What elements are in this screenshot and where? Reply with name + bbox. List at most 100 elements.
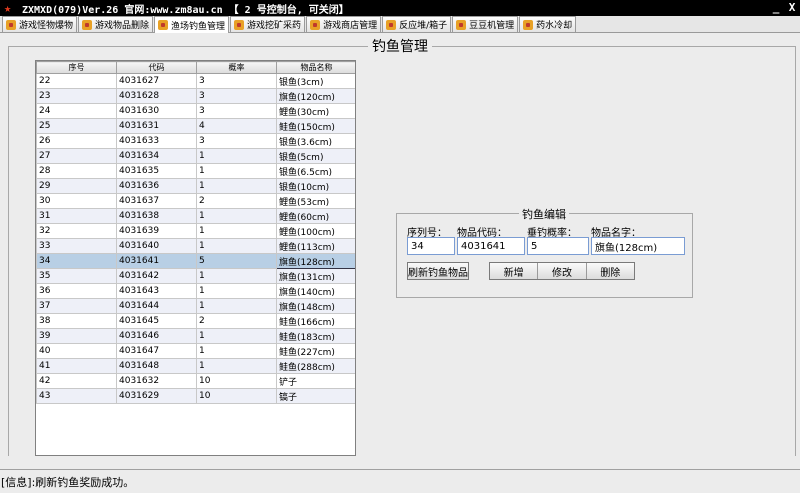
cell-name: 鲑鱼(227cm) — [276, 343, 355, 359]
table-row[interactable]: 38 4031645 2 鲑鱼(166cm) — [36, 313, 355, 329]
app-icon — [4, 2, 16, 14]
tab-icon — [310, 19, 321, 30]
table-row[interactable]: 31 4031638 1 鲤鱼(60cm) — [36, 208, 355, 224]
tab-icon — [386, 19, 397, 30]
table-row[interactable]: 26 4031633 3 银鱼(3.6cm) — [36, 133, 355, 149]
tab-icon — [234, 19, 245, 30]
cell-seq: 26 — [36, 133, 117, 149]
cell-code: 4031629 — [116, 388, 197, 404]
cell-seq: 41 — [36, 358, 117, 374]
table-row[interactable]: 32 4031639 1 鲤鱼(100cm) — [36, 223, 355, 239]
cell-prob: 1 — [196, 358, 277, 374]
cell-prob: 3 — [196, 133, 277, 149]
tab-2[interactable]: 渔场钓鱼管理 — [154, 16, 230, 33]
cell-prob: 1 — [196, 163, 277, 179]
close-button[interactable]: X — [784, 1, 800, 15]
cell-name: 旗鱼(140cm) — [276, 283, 355, 299]
table-row[interactable]: 35 4031642 1 旗鱼(131cm) — [36, 268, 355, 284]
tab-3[interactable]: 游戏挖矿采药 — [230, 16, 306, 32]
table-row[interactable]: 27 4031634 1 银鱼(5cm) — [36, 148, 355, 164]
cell-name: 鲤鱼(60cm) — [276, 208, 355, 224]
tab-label: 药水冷却 — [536, 21, 573, 31]
cell-code: 4031646 — [116, 328, 197, 344]
seq-input[interactable] — [407, 237, 455, 255]
tab-6[interactable]: 豆豆机管理 — [452, 16, 519, 32]
window-title: ZXMXD(079)Ver.26 官网:www.zm8au.cn 【 2 号控制… — [22, 4, 349, 16]
table-row[interactable]: 29 4031636 1 银鱼(10cm) — [36, 178, 355, 194]
cell-code: 4031647 — [116, 343, 197, 359]
column-header-seq[interactable]: 序号 — [36, 61, 117, 74]
cell-name: 银鱼(5cm) — [276, 148, 355, 164]
cell-code: 4031636 — [116, 178, 197, 194]
column-header-name[interactable]: 物品名称 — [276, 61, 355, 74]
prob-input[interactable] — [527, 237, 589, 255]
table-row[interactable]: 33 4031640 1 鲤鱼(113cm) — [36, 238, 355, 254]
editor-title: 钓鱼编辑 — [519, 206, 569, 222]
cell-seq: 35 — [36, 268, 117, 284]
minimize-button[interactable]: _ — [768, 1, 784, 15]
cell-prob: 1 — [196, 238, 277, 254]
cell-code: 4031648 — [116, 358, 197, 374]
cell-prob: 1 — [196, 328, 277, 344]
table-row[interactable]: 43 4031629 10 镐子 — [36, 388, 355, 404]
table-row[interactable]: 36 4031643 1 旗鱼(140cm) — [36, 283, 355, 299]
tab-label: 反应堆/箱子 — [399, 21, 448, 31]
cell-name: 鲤鱼(100cm) — [276, 223, 355, 239]
table-row[interactable]: 30 4031637 2 鲤鱼(53cm) — [36, 193, 355, 209]
cell-seq: 34 — [36, 253, 117, 269]
cell-seq: 32 — [36, 223, 117, 239]
cell-code: 4031639 — [116, 223, 197, 239]
cell-name: 鲑鱼(166cm) — [276, 313, 355, 329]
tab-label: 游戏商店管理 — [323, 21, 378, 31]
tab-5[interactable]: 反应堆/箱子 — [382, 16, 452, 32]
delete-button[interactable]: 删除 — [586, 263, 634, 279]
table-row[interactable]: 37 4031644 1 旗鱼(148cm) — [36, 298, 355, 314]
add-button[interactable]: 新增 — [490, 263, 539, 279]
refresh-fish-button[interactable]: 刷新钓鱼物品 — [407, 262, 469, 280]
fishing-table[interactable]: 序号 代码 概率 物品名称 22 4031627 3 银鱼(3cm) 23 4031628… — [35, 60, 356, 456]
cell-prob: 4 — [196, 118, 277, 134]
table-row[interactable]: 22 4031627 3 银鱼(3cm) — [36, 73, 355, 89]
panel-title: 钓鱼管理 — [368, 36, 432, 56]
edit-button[interactable]: 修改 — [538, 263, 587, 279]
table-row[interactable]: 24 4031630 3 鲤鱼(30cm) — [36, 103, 355, 119]
table-row[interactable]: 39 4031646 1 鲑鱼(183cm) — [36, 328, 355, 344]
cell-code: 4031638 — [116, 208, 197, 224]
table-row[interactable]: 42 4031632 10 铲子 — [36, 373, 355, 389]
tab-bar: 游戏怪物爆物 游戏物品删除 渔场钓鱼管理 游戏挖矿采药 游戏商店管理 反应堆/箱子 豆豆机管… — [0, 16, 800, 33]
tab-0[interactable]: 游戏怪物爆物 — [2, 16, 78, 32]
cell-name: 鲤鱼(113cm) — [276, 238, 355, 254]
fish-editor: 钓鱼编辑 序列号： 物品代码： 垂钓概率： 物品名字： 刷新钓鱼物品 新增 修改… — [396, 206, 693, 298]
cell-name: 鲑鱼(288cm) — [276, 358, 355, 374]
table-row[interactable]: 25 4031631 4 鲑鱼(150cm) — [36, 118, 355, 134]
cell-seq: 29 — [36, 178, 117, 194]
cell-code: 4031630 — [116, 103, 197, 119]
tab-icon — [456, 19, 467, 30]
tab-1[interactable]: 游戏物品删除 — [78, 16, 154, 32]
column-header-prob[interactable]: 概率 — [196, 61, 277, 74]
table-row[interactable]: 28 4031635 1 银鱼(6.5cm) — [36, 163, 355, 179]
cell-prob: 1 — [196, 223, 277, 239]
status-bar: [信息]:刷新钓鱼奖励成功。 — [0, 469, 800, 493]
cell-seq: 31 — [36, 208, 117, 224]
tab-7[interactable]: 药水冷却 — [519, 16, 577, 32]
title-bar: ZXMXD(079)Ver.26 官网:www.zm8au.cn 【 2 号控制… — [0, 0, 800, 16]
cell-name: 银鱼(3.6cm) — [276, 133, 355, 149]
cell-code: 4031640 — [116, 238, 197, 254]
cell-seq: 33 — [36, 238, 117, 254]
cell-prob: 1 — [196, 268, 277, 284]
cell-name: 旗鱼(120cm) — [276, 88, 355, 104]
table-row[interactable]: 23 4031628 3 旗鱼(120cm) — [36, 88, 355, 104]
column-header-code[interactable]: 代码 — [116, 61, 197, 74]
table-row[interactable]: 34 4031641 5 旗鱼(128cm) — [36, 253, 355, 269]
cell-prob: 5 — [196, 253, 277, 269]
tab-label: 豆豆机管理 — [469, 21, 515, 31]
cell-name: 旗鱼(148cm) — [276, 298, 355, 314]
tab-icon — [158, 20, 169, 30]
tab-4[interactable]: 游戏商店管理 — [306, 16, 382, 32]
name-input[interactable] — [591, 237, 685, 255]
table-row[interactable]: 41 4031648 1 鲑鱼(288cm) — [36, 358, 355, 374]
code-input[interactable] — [457, 237, 525, 255]
cell-prob: 3 — [196, 103, 277, 119]
table-row[interactable]: 40 4031647 1 鲑鱼(227cm) — [36, 343, 355, 359]
